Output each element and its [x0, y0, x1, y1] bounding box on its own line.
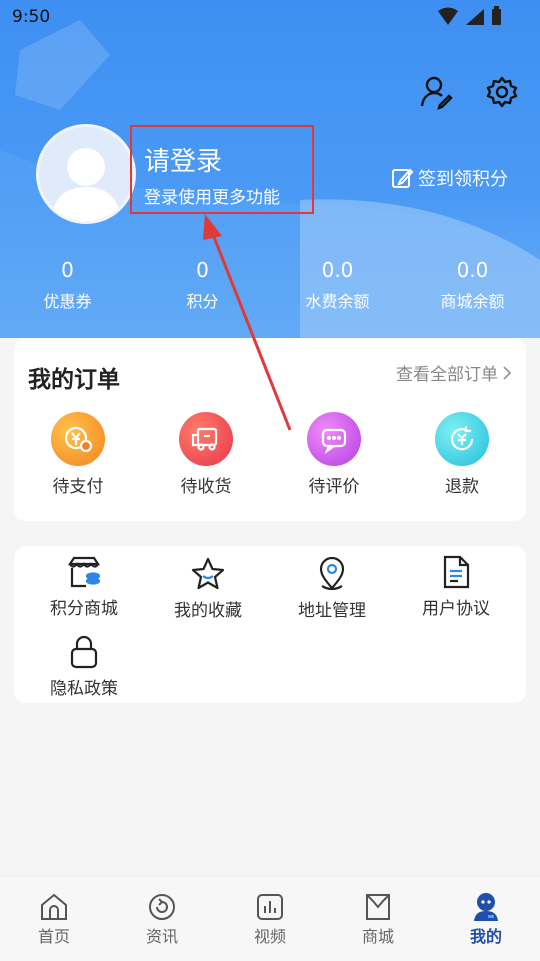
home-icon [38, 891, 70, 923]
service-favorites[interactable]: 我的收藏 [144, 556, 272, 621]
news-icon [146, 891, 178, 923]
tab-mall[interactable]: 商城 [324, 877, 432, 961]
tab-label: 首页 [37, 927, 70, 946]
profile-icon [470, 891, 502, 923]
order-label: 待支付 [52, 477, 104, 497]
shopping-bag-icon [362, 891, 394, 923]
status-bar: 9:50 [0, 0, 540, 34]
user-edit-icon[interactable] [418, 74, 454, 110]
stat-label: 积分 [186, 292, 219, 311]
orders-title: 我的订单 [28, 367, 120, 393]
delivery-truck-icon [179, 412, 233, 466]
settings-gear-icon[interactable] [484, 74, 520, 110]
view-all-orders-link[interactable]: 查看全部订单 [396, 360, 512, 385]
login-subtitle: 登录使用更多功能 [144, 188, 280, 208]
stat-value: 0.0 [456, 258, 489, 282]
account-stats: 0 优惠券 0 积分 0.0 水费余额 0.0 商城余额 [0, 258, 540, 312]
stat-coupons[interactable]: 0 优惠券 [0, 258, 135, 312]
video-icon [254, 891, 286, 923]
stat-water-balance[interactable]: 0.0 水费余额 [270, 258, 405, 312]
document-icon [438, 554, 474, 590]
chevron-right-icon [503, 365, 512, 380]
status-icons [436, 6, 506, 32]
order-pending-payment[interactable]: 待支付 [14, 412, 142, 497]
stat-label: 优惠券 [43, 292, 92, 311]
signal-icon [466, 9, 484, 25]
wifi-icon [438, 7, 458, 25]
signin-label: 签到领积分 [418, 169, 508, 190]
service-label: 隐私政策 [50, 679, 118, 699]
service-label: 我的收藏 [174, 601, 242, 621]
avatar[interactable] [36, 124, 136, 224]
review-chat-icon [307, 412, 361, 466]
tab-home[interactable]: 首页 [0, 877, 108, 961]
orders-card: 我的订单 查看全部订单 待支付 待收货 待评价 退款 [14, 338, 526, 521]
points-store-icon [66, 554, 102, 590]
tab-label: 我的 [469, 927, 502, 946]
stat-value: 0.0 [321, 258, 354, 282]
service-label: 地址管理 [298, 601, 366, 621]
stat-mall-balance[interactable]: 0.0 商城余额 [405, 258, 540, 312]
service-privacy-policy[interactable]: 隐私政策 [20, 634, 148, 699]
login-prompt[interactable]: 请登录 登录使用更多功能 [130, 125, 314, 214]
refund-icon [435, 412, 489, 466]
order-awaiting-delivery[interactable]: 待收货 [142, 412, 270, 497]
star-icon [190, 556, 226, 592]
order-awaiting-review[interactable]: 待评价 [270, 412, 398, 497]
bottom-tab-bar: 首页 资讯 视频 商城 我的 [0, 876, 540, 961]
header-actions [418, 74, 520, 110]
stat-points[interactable]: 0 积分 [135, 258, 270, 312]
service-points-store[interactable]: 积分商城 [20, 554, 148, 619]
stat-value: 0 [61, 258, 74, 282]
signin-points-button[interactable]: 签到领积分 [390, 165, 508, 191]
services-card: 积分商城 我的收藏 地址管理 用户协议 隐私政策 [14, 546, 526, 703]
lock-icon [66, 634, 102, 670]
view-all-label: 查看全部订单 [396, 365, 498, 385]
tab-video[interactable]: 视频 [216, 877, 324, 961]
order-refund[interactable]: 退款 [398, 412, 526, 497]
tab-label: 资讯 [145, 927, 178, 946]
service-label: 积分商城 [50, 599, 118, 619]
status-time: 9:50 [12, 7, 51, 27]
default-avatar-icon [51, 148, 121, 221]
login-title: 请登录 [144, 147, 223, 177]
tab-label: 视频 [253, 927, 286, 946]
tab-label: 商城 [361, 927, 394, 946]
service-address[interactable]: 地址管理 [268, 556, 396, 621]
order-label: 待收货 [180, 477, 232, 497]
tab-news[interactable]: 资讯 [108, 877, 216, 961]
tab-mine[interactable]: 我的 [432, 877, 540, 961]
stat-value: 0 [196, 258, 209, 282]
location-pin-icon [314, 556, 350, 592]
stat-label: 水费余额 [305, 292, 370, 311]
pending-payment-icon [51, 412, 105, 466]
service-user-agreement[interactable]: 用户协议 [392, 554, 520, 619]
service-label: 用户协议 [422, 599, 490, 619]
order-label: 待评价 [308, 477, 360, 497]
stat-label: 商城余额 [440, 292, 505, 311]
profile-header: 9:50 请登录 登录使用更多功能 签到领积分 0 优惠券 0 积分 0.0 水… [0, 0, 540, 338]
edit-note-icon [392, 168, 414, 188]
order-label: 退款 [445, 477, 479, 497]
battery-icon [492, 9, 501, 25]
order-status-row: 待支付 待收货 待评价 退款 [14, 412, 526, 497]
